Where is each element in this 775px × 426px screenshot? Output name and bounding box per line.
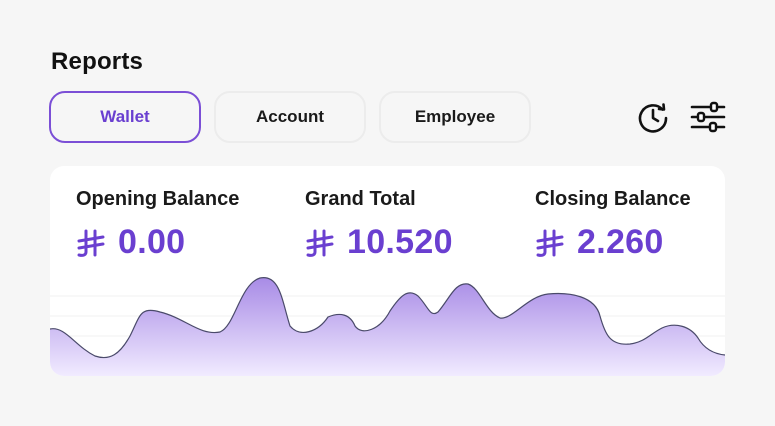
stat-closing-balance: Closing Balance 2.260 (535, 188, 691, 262)
stat-amount: 2.260 (577, 223, 664, 261)
history-icon (638, 103, 668, 133)
stat-grand-total: Grand Total 10.520 (305, 188, 453, 262)
filter-button[interactable] (690, 99, 726, 135)
currency-icon (306, 229, 334, 257)
tab-employee[interactable]: Employee (379, 91, 531, 143)
area-fill (50, 277, 725, 376)
currency-icon (536, 229, 564, 257)
page-title: Reports (51, 48, 144, 75)
stat-opening-balance: Opening Balance 0.00 (76, 188, 239, 262)
filter-sliders-icon (690, 101, 726, 133)
history-button[interactable] (635, 99, 671, 135)
stat-label: Closing Balance (535, 188, 691, 210)
tab-wallet[interactable]: Wallet (49, 91, 201, 143)
stat-label: Grand Total (305, 188, 416, 210)
tab-account[interactable]: Account (214, 91, 366, 143)
stat-amount: 0.00 (118, 223, 186, 261)
currency-icon (77, 229, 105, 257)
balance-card: Opening Balance 0.00 Grand Total 10.520 … (50, 166, 725, 376)
report-tabs: Wallet Account Employee (49, 91, 531, 143)
stat-amount: 10.520 (347, 223, 453, 261)
stat-label: Opening Balance (76, 188, 240, 210)
